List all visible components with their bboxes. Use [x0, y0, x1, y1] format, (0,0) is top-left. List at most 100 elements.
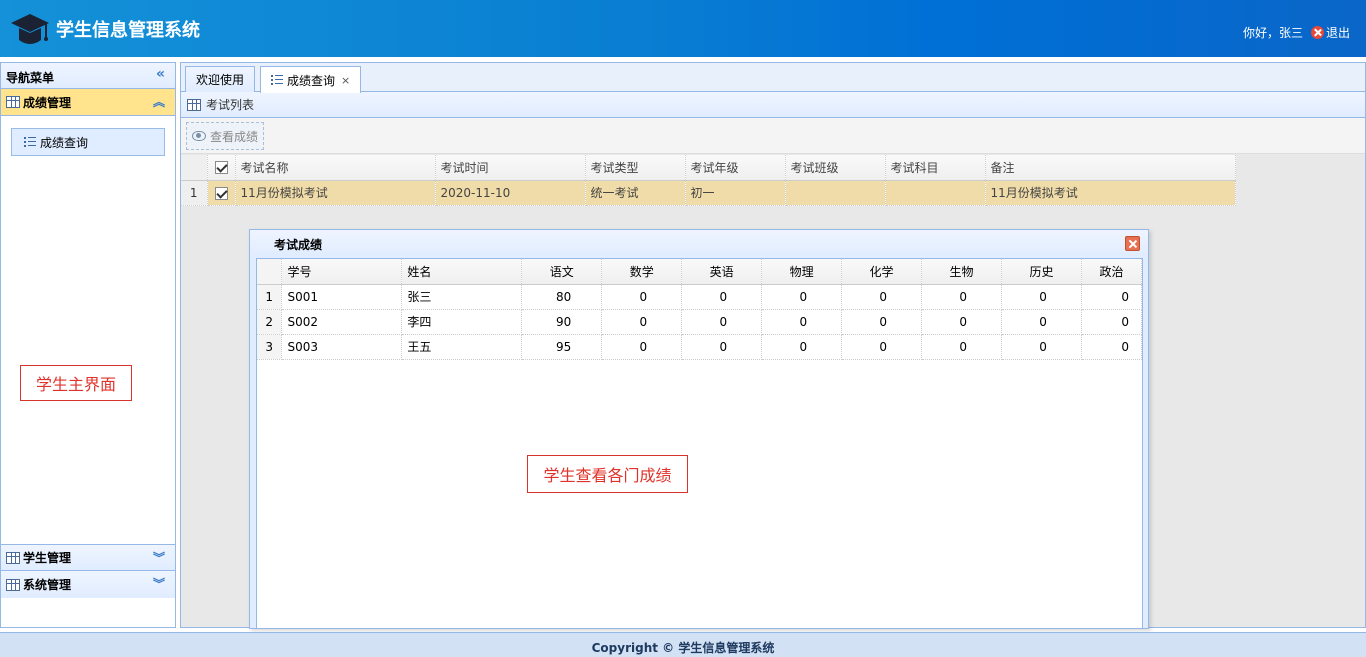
column-header[interactable]: 数学	[601, 259, 683, 285]
score-cell: 0	[921, 334, 1002, 360]
app-header: 学生信息管理系统 你好，张三 退出	[0, 0, 1366, 57]
table-row[interactable]: 2 S002 李四 90 0 0 0 0 0 0 0	[257, 309, 1143, 335]
column-header[interactable]: 姓名	[401, 259, 523, 285]
column-header[interactable]: 考试时间	[435, 155, 586, 181]
sidebar: 导航菜单 « 成绩管理 ︽ 成绩查询 学生管理 ︾ 系统管理 ︾	[0, 62, 176, 628]
section-label: 系统管理	[23, 578, 72, 592]
student-id-cell: S002	[281, 309, 403, 335]
row-number: 2	[257, 309, 283, 335]
user-area: 你好，张三 退出	[1243, 24, 1350, 41]
sidebar-item-label: 成绩查询	[40, 135, 89, 150]
column-header[interactable]: 物理	[761, 259, 843, 285]
student-name-cell: 张三	[401, 284, 523, 310]
student-id-cell: S003	[281, 334, 403, 360]
exam-table: 考试名称 考试时间 考试类型 考试年级 考试班级 考试科目 备注 1 11月份模…	[181, 155, 1236, 206]
chevron-down-icon[interactable]: ︾	[153, 549, 165, 566]
column-header[interactable]: 考试班级	[785, 155, 886, 181]
toolbar: 查看成绩	[181, 118, 1365, 154]
select-all-checkbox[interactable]	[214, 161, 228, 175]
row-number-header	[257, 259, 283, 285]
tab-score-query[interactable]: 成绩查询 ×	[260, 66, 362, 93]
footer: Copyright © 学生信息管理系统	[0, 632, 1366, 657]
sidebar-header: 导航菜单 «	[1, 63, 175, 89]
grid-icon	[6, 96, 20, 108]
score-cell: 0	[1081, 284, 1143, 310]
dialog-body: 学号 姓名 语文 数学 英语 物理 化学 生物 历史 政治 1 S001 张三 …	[256, 258, 1143, 629]
logout-link[interactable]: 退出	[1326, 24, 1350, 41]
column-header[interactable]: 学号	[281, 259, 403, 285]
score-cell: 0	[601, 334, 683, 360]
column-header[interactable]: 化学	[841, 259, 923, 285]
row-number-header	[181, 155, 208, 181]
column-header[interactable]: 考试科目	[885, 155, 986, 181]
tab-label: 成绩查询	[287, 73, 336, 88]
exam-remark-cell: 11月份模拟考试	[985, 180, 1236, 206]
score-cell: 0	[681, 309, 763, 335]
select-all-checkbox-cell[interactable]	[207, 155, 236, 181]
column-header[interactable]: 语文	[521, 259, 603, 285]
score-cell: 0	[921, 284, 1002, 310]
exam-grade-cell: 初一	[685, 180, 786, 206]
dialog-title: 考试成绩	[274, 238, 323, 252]
logout-icon[interactable]	[1310, 26, 1324, 39]
row-checkbox[interactable]	[214, 186, 228, 200]
app-title: 学生信息管理系统	[56, 20, 200, 41]
column-header[interactable]: 英语	[681, 259, 763, 285]
student-id-cell: S001	[281, 284, 403, 310]
section-score-management[interactable]: 成绩管理 ︽	[1, 89, 175, 116]
score-cell: 0	[1001, 284, 1082, 310]
exam-time-cell: 2020-11-10	[435, 180, 586, 206]
annotation-view-scores: 学生查看各门成绩	[527, 455, 688, 493]
row-checkbox-cell[interactable]	[207, 180, 236, 206]
dialog-header: 考试成绩	[250, 230, 1148, 256]
table-header-row: 考试名称 考试时间 考试类型 考试年级 考试班级 考试科目 备注	[181, 155, 1236, 181]
column-header[interactable]: 考试名称	[235, 155, 436, 181]
collapse-sidebar-icon[interactable]: «	[156, 66, 165, 82]
score-cell: 0	[601, 309, 683, 335]
exam-subject-cell	[885, 180, 986, 206]
table-row[interactable]: 1 S001 张三 80 0 0 0 0 0 0 0	[257, 284, 1143, 310]
chevron-down-icon[interactable]: ︾	[153, 575, 165, 592]
score-cell: 0	[1001, 334, 1082, 360]
table-row[interactable]: 3 S003 王五 95 0 0 0 0 0 0 0	[257, 334, 1143, 360]
row-number: 1	[181, 180, 208, 206]
annotation-student-main: 学生主界面	[20, 365, 132, 401]
exam-scores-dialog: 考试成绩 学号 姓名 语文 数学 英语 物理 化学 生物 历史 政治 1 S00…	[249, 229, 1149, 629]
chevron-up-icon[interactable]: ︽	[153, 93, 165, 110]
user-greeting: 你好，张三	[1242, 26, 1303, 40]
column-header[interactable]: 考试类型	[585, 155, 686, 181]
close-dialog-icon[interactable]	[1125, 236, 1140, 251]
student-name-cell: 王五	[401, 334, 523, 360]
column-header[interactable]: 考试年级	[685, 155, 786, 181]
score-cell: 0	[761, 334, 843, 360]
eye-icon	[192, 131, 206, 141]
score-cell: 95	[521, 334, 603, 360]
sidebar-item-score-query[interactable]: 成绩查询	[11, 128, 165, 156]
tab-welcome[interactable]: 欢迎使用	[185, 66, 256, 92]
exam-name-cell: 11月份模拟考试	[235, 180, 436, 206]
exam-type-cell: 统一考试	[585, 180, 686, 206]
view-scores-label: 查看成绩	[210, 129, 259, 144]
view-scores-button[interactable]: 查看成绩	[186, 122, 265, 150]
score-cell: 0	[681, 284, 763, 310]
column-header[interactable]: 历史	[1001, 259, 1082, 285]
close-tab-icon[interactable]: ×	[341, 74, 350, 87]
section-student-management[interactable]: 学生管理 ︾	[1, 544, 175, 571]
column-header[interactable]: 政治	[1081, 259, 1143, 285]
exam-class-cell	[785, 180, 886, 206]
column-header[interactable]: 备注	[985, 155, 1236, 181]
score-cell: 0	[761, 284, 843, 310]
sidebar-title: 导航菜单	[6, 71, 55, 85]
table-row[interactable]: 1 11月份模拟考试 2020-11-10 统一考试 初一 11月份模拟考试	[181, 180, 1236, 206]
section-label: 学生管理	[23, 551, 72, 565]
section-system-management[interactable]: 系统管理 ︾	[1, 571, 175, 598]
score-cell: 0	[761, 309, 843, 335]
tab-label: 欢迎使用	[196, 73, 245, 87]
graduation-cap-icon	[11, 14, 49, 44]
score-cell: 0	[681, 334, 763, 360]
row-number: 1	[257, 284, 283, 310]
score-cell: 0	[1081, 309, 1143, 335]
column-header[interactable]: 生物	[921, 259, 1002, 285]
list-icon	[271, 74, 283, 86]
score-cell: 0	[841, 284, 923, 310]
